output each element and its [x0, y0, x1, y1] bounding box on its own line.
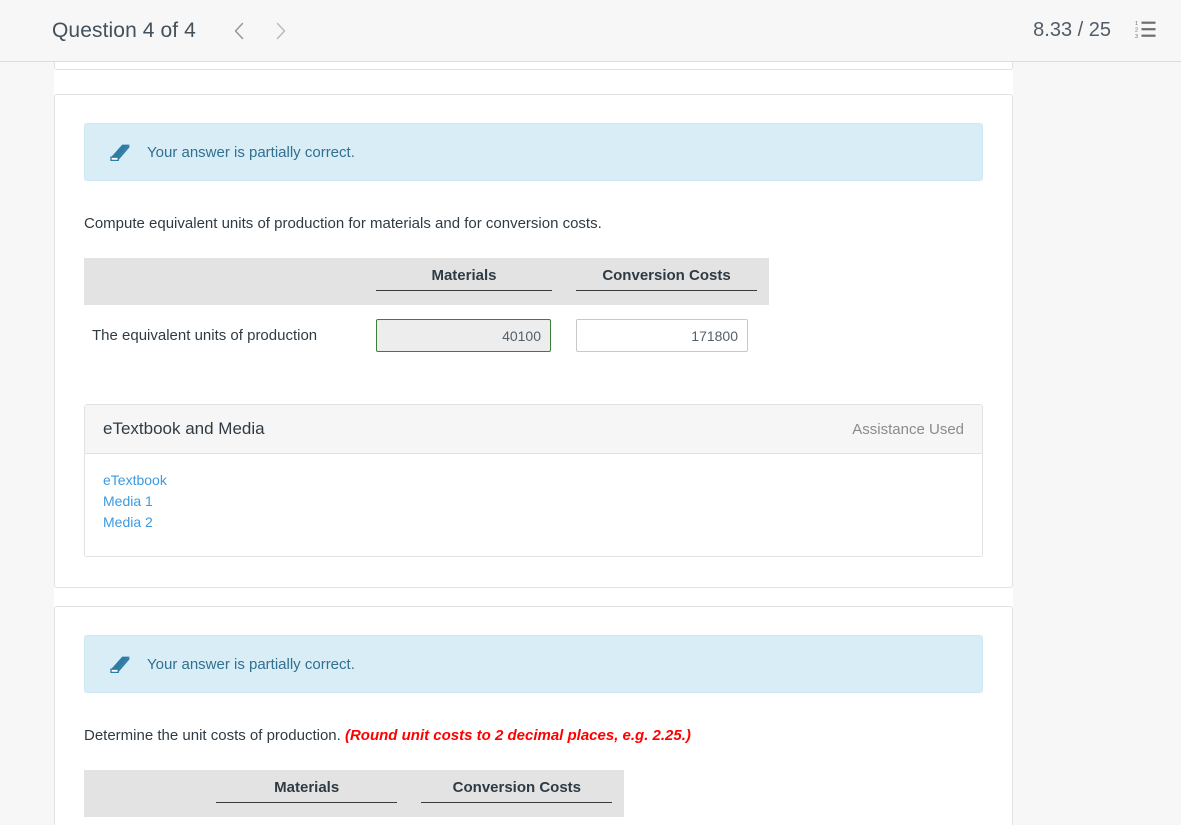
- next-question-button[interactable]: [260, 13, 302, 49]
- etextbook-panel-header: eTextbook and Media Assistance Used: [85, 405, 982, 454]
- prompt-text-2: Determine the unit costs of production.: [84, 727, 345, 744]
- rounding-hint: (Round unit costs to 2 decimal places, e…: [344, 727, 691, 744]
- alert-message-2: Your answer is partially correct.: [147, 655, 355, 673]
- question-part-body-2: Your answer is partially correct. Determ…: [55, 607, 1012, 825]
- question-scroll-area[interactable]: Your answer is partially correct. Comput…: [0, 62, 1181, 825]
- row-label-cell-2: Unit costs: [84, 817, 204, 825]
- card-spacer: [54, 588, 1013, 606]
- eraser-icon: [105, 141, 131, 163]
- chevron-left-icon: [233, 22, 245, 40]
- question-header-bar: Question 4 of 4 8.33 / 25 1 2 3: [0, 0, 1181, 62]
- conversion-costs-unit-cost-cell: $: [409, 817, 624, 825]
- svg-text:3: 3: [1135, 34, 1138, 39]
- question-prompt: Compute equivalent units of production f…: [84, 213, 983, 234]
- answer-status-alert-2: Your answer is partially correct.: [84, 635, 983, 693]
- table-row: Unit costs $ $: [84, 817, 624, 825]
- conversion-costs-answer-input[interactable]: [576, 319, 748, 352]
- materials-unit-cost-cell: $: [204, 817, 409, 825]
- question-prompt-2: Determine the unit costs of production. …: [84, 725, 983, 746]
- alert-message: Your answer is partially correct.: [147, 143, 355, 161]
- question-part-card-2: Your answer is partially correct. Determ…: [54, 606, 1013, 825]
- etextbook-panel-title: eTextbook and Media: [103, 419, 265, 438]
- column-header-blank: [84, 258, 364, 305]
- column-header-materials: Materials: [364, 258, 564, 305]
- question-navigation: [218, 13, 302, 49]
- question-part-body: Your answer is partially correct. Comput…: [55, 95, 1012, 557]
- materials-answer-cell: [364, 305, 564, 366]
- media-2-link[interactable]: Media 2: [103, 514, 153, 530]
- question-part-card: Your answer is partially correct. Comput…: [54, 94, 1013, 588]
- assistance-used-label: Assistance Used: [852, 420, 964, 438]
- header-right-group: 8.33 / 25 1 2 3: [1033, 18, 1159, 44]
- equivalent-units-table: Materials Conversion Costs The equivalen…: [84, 258, 769, 366]
- table-header-row-2: Materials Conversion Costs: [84, 770, 625, 817]
- etextbook-links-list: eTextbook Media 1 Media 2: [85, 454, 982, 556]
- ordered-list-icon: 1 2 3: [1135, 19, 1157, 42]
- conversion-costs-answer-cell: [564, 305, 769, 366]
- etextbook-and-media-panel: eTextbook and Media Assistance Used eTex…: [84, 404, 983, 557]
- page-title: Question 4 of 4: [52, 18, 196, 42]
- svg-text:2: 2: [1135, 28, 1138, 34]
- question-list-button[interactable]: 1 2 3: [1133, 18, 1159, 44]
- unit-costs-table: Materials Conversion Costs Unit costs: [84, 770, 625, 825]
- content-column: Your answer is partially correct. Comput…: [54, 62, 1013, 825]
- table-header-row: Materials Conversion Costs: [84, 258, 769, 305]
- column-header-materials-2: Materials: [204, 770, 409, 817]
- prompt-text: Compute equivalent units of production f…: [84, 215, 602, 232]
- answer-status-alert: Your answer is partially correct.: [84, 123, 983, 181]
- column-header-blank-2: [84, 770, 204, 817]
- etextbook-link[interactable]: eTextbook: [103, 472, 167, 488]
- svg-text:1: 1: [1135, 21, 1138, 27]
- score-display: 8.33 / 25: [1033, 19, 1111, 41]
- eraser-icon: [105, 653, 131, 675]
- materials-answer-input[interactable]: [376, 319, 551, 352]
- table-row: The equivalent units of production: [84, 305, 769, 366]
- media-1-link[interactable]: Media 1: [103, 493, 153, 509]
- chevron-right-icon: [275, 22, 287, 40]
- column-header-conversion-costs: Conversion Costs: [564, 258, 769, 305]
- previous-question-card-partial: [54, 62, 1013, 70]
- column-header-conversion-costs-2: Conversion Costs: [409, 770, 624, 817]
- previous-question-button[interactable]: [218, 13, 260, 49]
- row-label-cell: The equivalent units of production: [92, 327, 318, 344]
